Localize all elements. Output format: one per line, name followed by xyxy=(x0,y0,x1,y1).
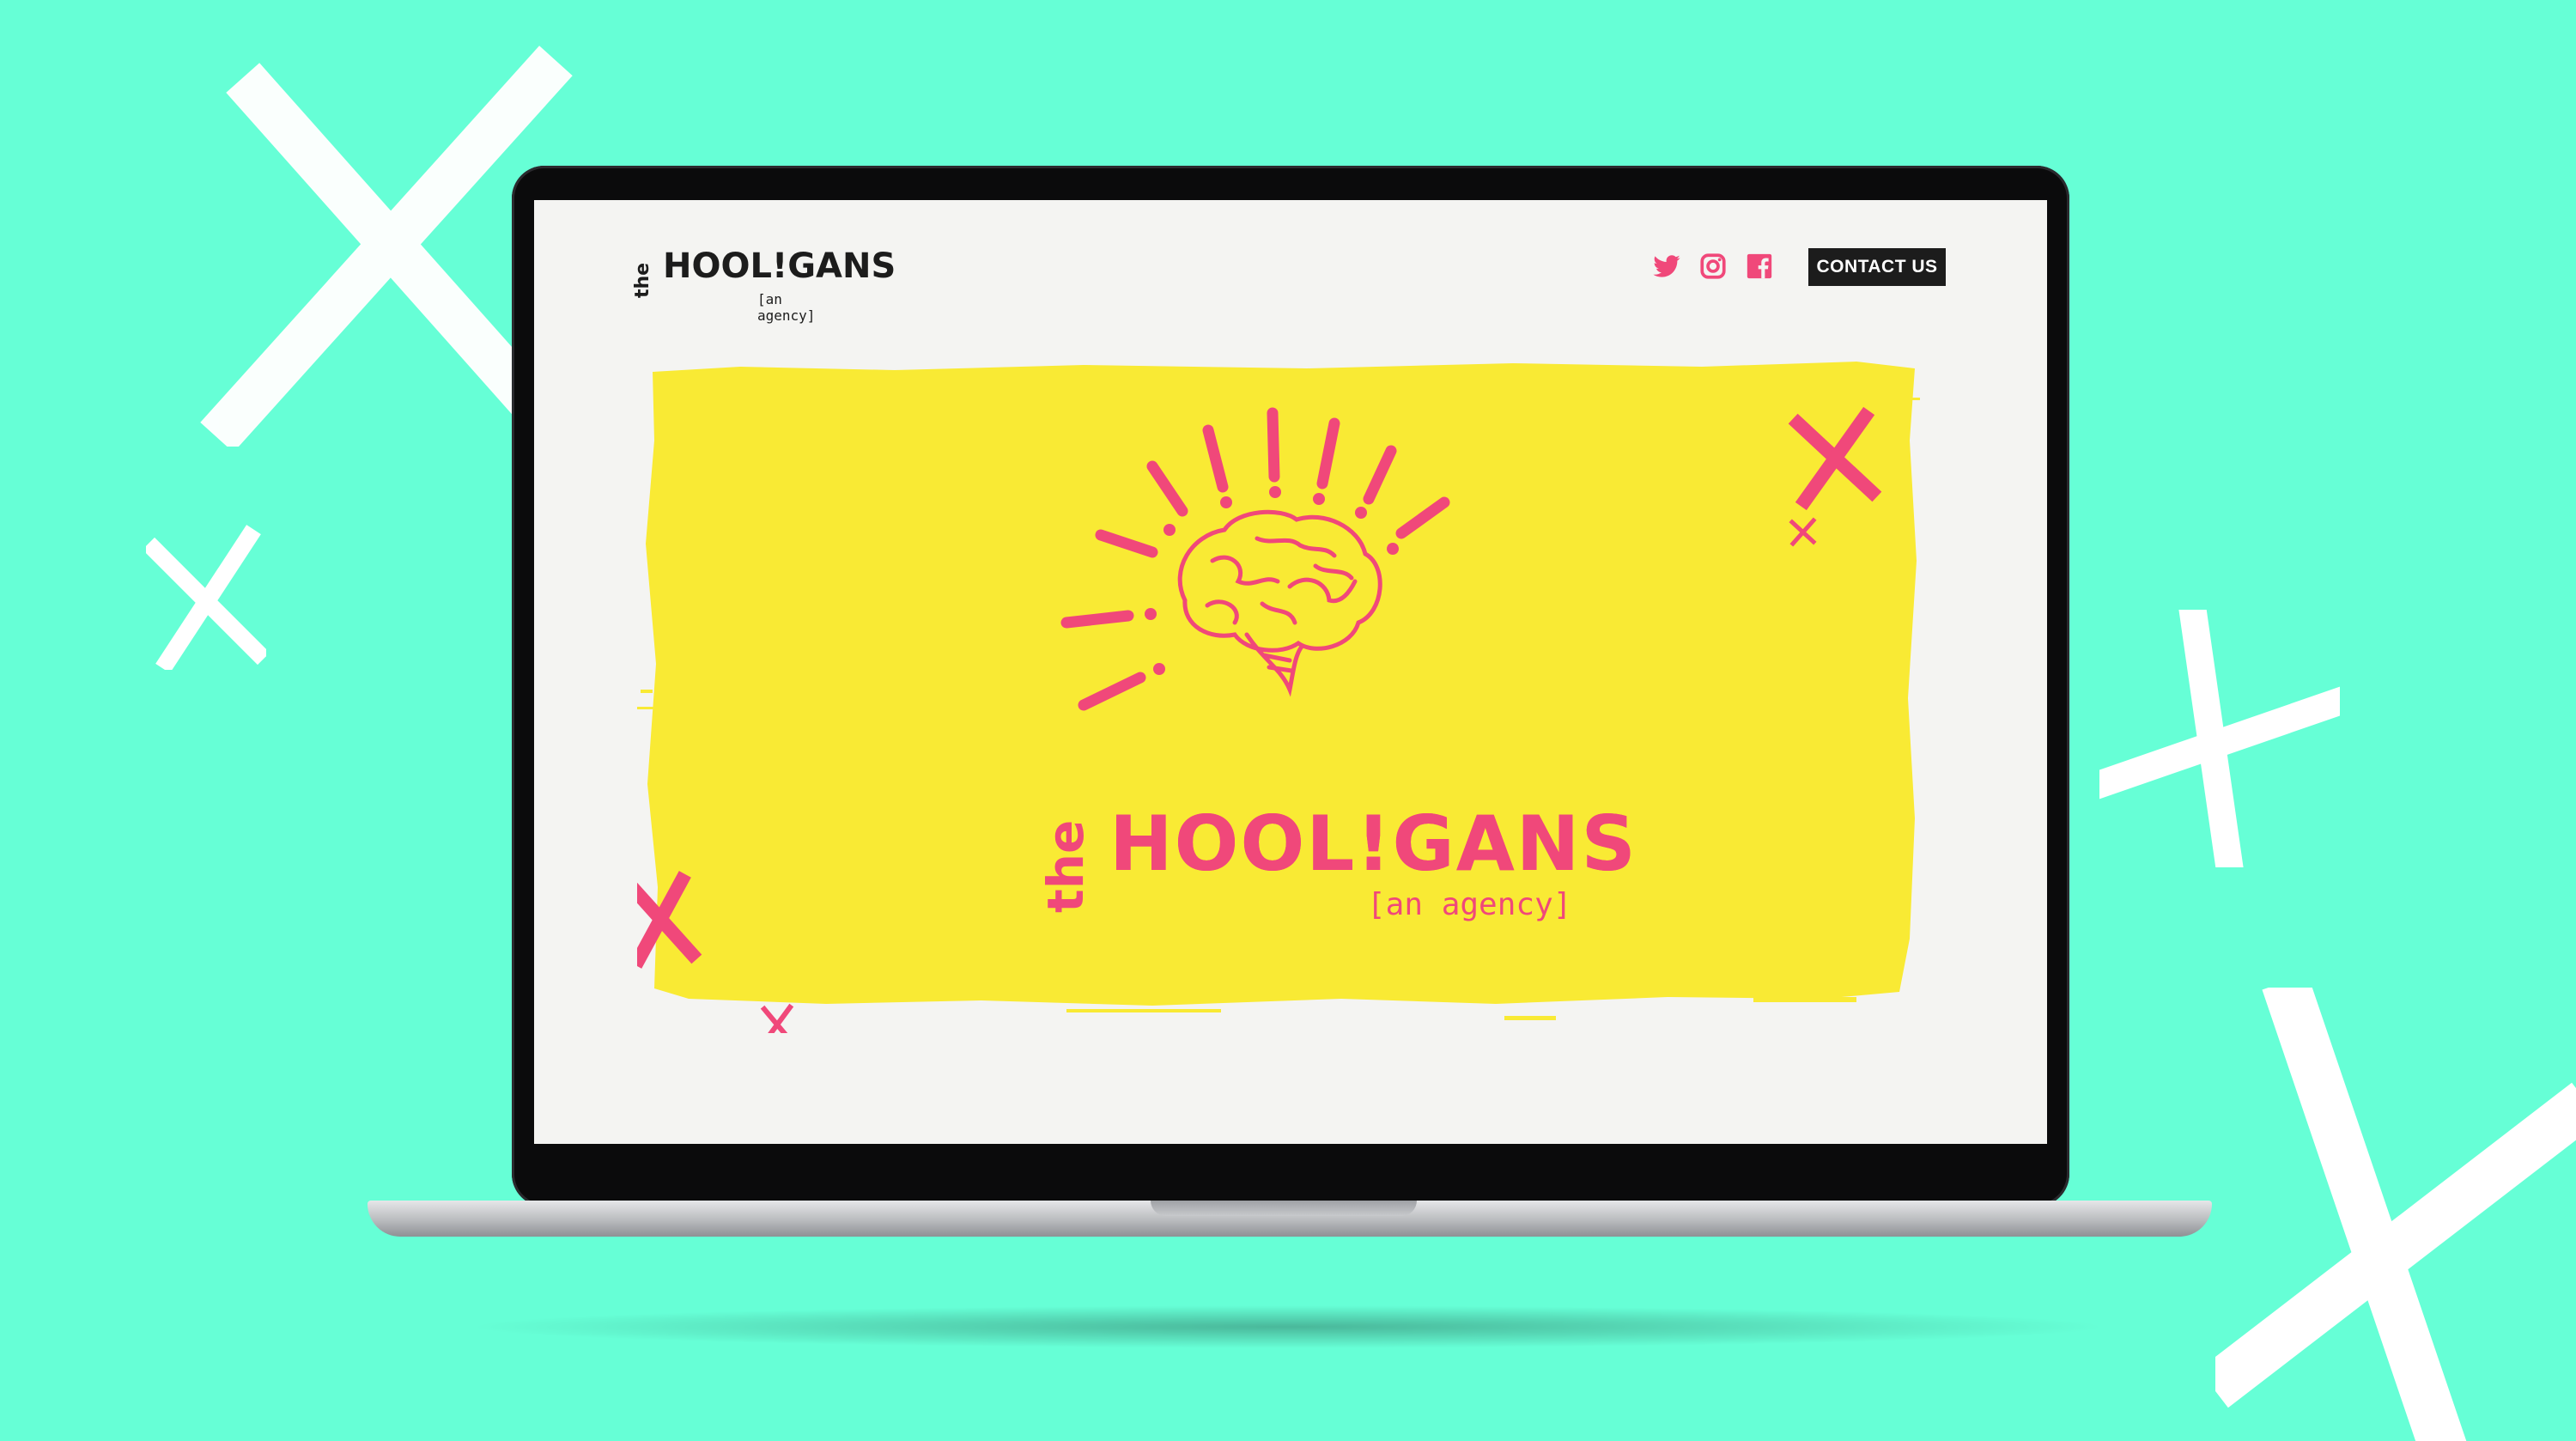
hero-logo-prefix: the xyxy=(1036,819,1095,913)
instagram-icon[interactable] xyxy=(1698,252,1728,281)
header-logo-tagline: [an agency] xyxy=(757,291,816,324)
decorative-x-icon xyxy=(2099,610,2340,867)
laptop-notch xyxy=(1151,1201,1417,1216)
header-logo[interactable]: the HOOL!GANS [an agency] xyxy=(629,243,896,324)
website-screen: the HOOL!GANS [an agency] CONTACT US the… xyxy=(534,200,2047,1144)
twitter-icon[interactable] xyxy=(1652,252,1681,281)
decorative-x-icon xyxy=(2215,988,2576,1441)
hero-logo-word: HOOL!GANS xyxy=(1109,800,1637,888)
laptop-shadow xyxy=(464,1305,2112,1348)
header-logo-prefix: the xyxy=(632,262,653,298)
brain-icon xyxy=(1060,407,1450,711)
hero-banner: the HOOL!GANS [an agency] xyxy=(637,337,1925,1033)
facebook-icon[interactable] xyxy=(1745,252,1774,281)
header-logo-word: HOOL!GANS xyxy=(663,246,896,286)
contact-us-button[interactable]: CONTACT US xyxy=(1808,248,1946,286)
decorative-x-icon xyxy=(146,525,266,670)
laptop-lid: the HOOL!GANS [an agency] CONTACT US the… xyxy=(512,166,2069,1207)
hero-logo: the HOOL!GANS [an agency] xyxy=(1028,784,1636,939)
hero-logo-tagline: [an agency] xyxy=(1367,887,1572,922)
